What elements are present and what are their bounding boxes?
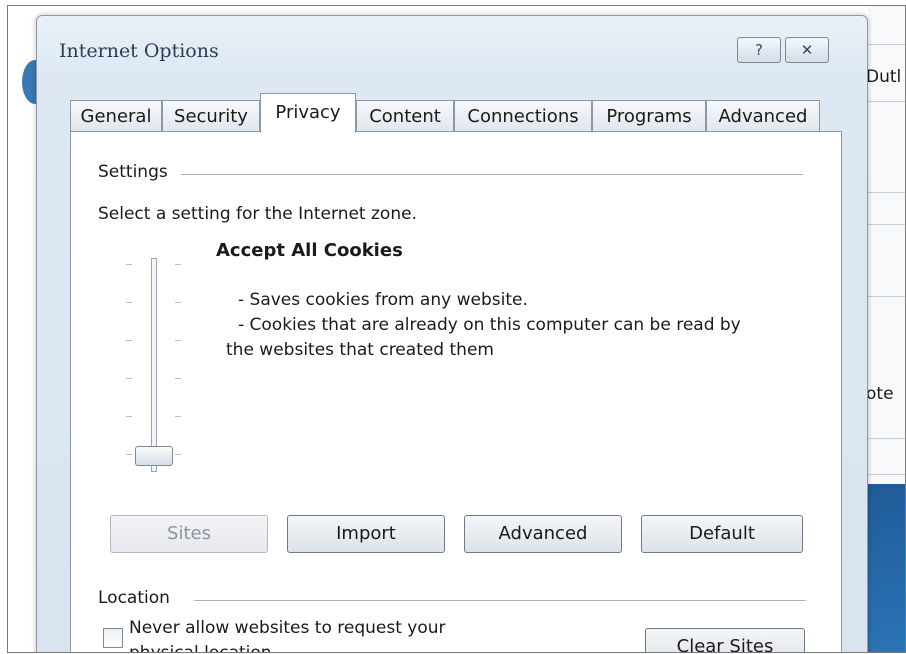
tab-general[interactable]: General <box>70 100 162 132</box>
clear-sites-button[interactable]: Clear Sites <box>645 628 805 652</box>
tab-programs[interactable]: Programs <box>592 100 706 132</box>
privacy-level-slider-track[interactable] <box>151 258 157 472</box>
never-allow-location-checkbox[interactable] <box>103 628 123 648</box>
never-allow-location-label: Never allow websites to request your phy… <box>129 616 569 653</box>
background-blue-area <box>868 484 905 652</box>
level-line-3: the websites that created them <box>226 340 494 360</box>
close-icon: ✕ <box>800 41 814 59</box>
tab-privacy[interactable]: Privacy <box>260 93 356 133</box>
advanced-button[interactable]: Advanced <box>464 515 622 553</box>
settings-group-line <box>181 174 803 175</box>
tab-security[interactable]: Security <box>162 100 260 132</box>
sites-button[interactable]: Sites <box>110 515 268 553</box>
settings-group-label: Settings <box>98 162 178 182</box>
level-line-1: - Saves cookies from any website. <box>238 290 528 310</box>
import-button[interactable]: Import <box>287 515 445 553</box>
close-button[interactable]: ✕ <box>785 37 829 63</box>
dialog-title: Internet Options <box>59 40 219 62</box>
background-text-note: ote <box>866 384 894 404</box>
privacy-level-slider-thumb[interactable] <box>135 446 173 466</box>
location-label-line-2: physical location <box>129 643 272 653</box>
screenshot-frame: Dutl ote Internet Options ? ✕ General Se… <box>7 5 906 653</box>
background-right-panel <box>868 6 905 652</box>
tab-connections[interactable]: Connections <box>454 100 592 132</box>
location-label-line-1: Never allow websites to request your <box>129 618 446 638</box>
tab-advanced[interactable]: Advanced <box>706 100 820 132</box>
privacy-level-title: Accept All Cookies <box>216 240 403 261</box>
help-button[interactable]: ? <box>737 37 781 63</box>
help-icon: ? <box>755 41 763 59</box>
zone-instruction: Select a setting for the Internet zone. <box>98 204 417 224</box>
internet-options-dialog: Internet Options ? ✕ General Security Pr… <box>36 15 868 653</box>
privacy-tab-panel: Settings Select a setting for the Intern… <box>70 131 842 653</box>
tab-content[interactable]: Content <box>356 100 454 132</box>
level-line-2: - Cookies that are already on this compu… <box>238 315 741 335</box>
background-text-outlook: Dutl <box>866 67 902 87</box>
default-button[interactable]: Default <box>641 515 803 553</box>
location-group-line <box>194 600 806 601</box>
location-group-label: Location <box>98 588 180 608</box>
privacy-level-description: - Saves cookies from any website. - Cook… <box>226 288 796 363</box>
